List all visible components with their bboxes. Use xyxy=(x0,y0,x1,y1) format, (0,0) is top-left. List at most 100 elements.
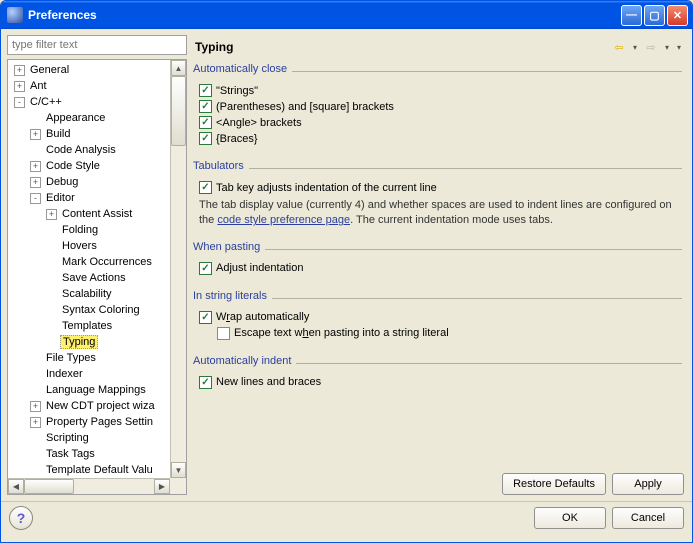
tree-item-language-mappings[interactable]: Language Mappings xyxy=(8,382,170,398)
tree-item-mark-occurrences[interactable]: Mark Occurrences xyxy=(8,254,170,270)
expand-icon[interactable]: + xyxy=(14,65,25,76)
expand-icon[interactable]: + xyxy=(30,177,41,188)
nav-menu-icon[interactable]: ▾ xyxy=(674,39,684,55)
tree-item-indexer[interactable]: Indexer xyxy=(8,366,170,382)
tree-item-label: Templates xyxy=(60,320,114,332)
scroll-left-icon[interactable]: ◀ xyxy=(8,479,24,494)
checkbox-tabkey[interactable]: ✓ xyxy=(199,181,212,194)
help-button[interactable]: ? xyxy=(9,506,33,530)
tree-spacer xyxy=(46,225,57,236)
label-strings: "Strings" xyxy=(216,85,258,97)
tree-item-editor[interactable]: -Editor xyxy=(8,190,170,206)
checkbox-braces[interactable]: ✓ xyxy=(199,132,212,145)
tree-vertical-scrollbar[interactable]: ▲ ▼ xyxy=(170,60,186,478)
expand-icon[interactable]: + xyxy=(14,81,25,92)
restore-defaults-button[interactable]: Restore Defaults xyxy=(502,473,606,495)
tree-item-label: Content Assist xyxy=(60,208,134,220)
group-autoclose-title: Automatically close xyxy=(193,63,292,75)
checkbox-escape[interactable]: ✓ xyxy=(217,327,230,340)
tree-spacer xyxy=(46,321,57,332)
titlebar: Preferences — ▢ ✕ xyxy=(1,1,692,29)
minimize-button[interactable]: — xyxy=(621,5,642,26)
tree-item-label: Appearance xyxy=(44,112,107,124)
expand-icon[interactable]: + xyxy=(30,161,41,172)
label-braces: {Braces} xyxy=(216,133,258,145)
tree-item-hovers[interactable]: Hovers xyxy=(8,238,170,254)
checkbox-newlines[interactable]: ✓ xyxy=(199,376,212,389)
nav-forward-icon[interactable]: ⇨ xyxy=(642,39,660,55)
tree-item-typing[interactable]: Typing xyxy=(8,334,170,350)
tree-item-build[interactable]: +Build xyxy=(8,126,170,142)
checkbox-wrap[interactable]: ✓ xyxy=(199,311,212,324)
tree-spacer xyxy=(30,433,41,444)
expand-icon[interactable]: + xyxy=(30,401,41,412)
checkbox-angle[interactable]: ✓ xyxy=(199,116,212,129)
tree-item-new-cdt-project-wiza[interactable]: +New CDT project wiza xyxy=(8,398,170,414)
collapse-icon[interactable]: - xyxy=(30,193,41,204)
tree-item-syntax-coloring[interactable]: Syntax Coloring xyxy=(8,302,170,318)
tree-item-task-tags[interactable]: Task Tags xyxy=(8,446,170,462)
tree-item-label: Ant xyxy=(28,80,49,92)
close-button[interactable]: ✕ xyxy=(667,5,688,26)
tree-item-scripting[interactable]: Scripting xyxy=(8,430,170,446)
tree-item-template-default-valu[interactable]: Template Default Valu xyxy=(8,462,170,478)
scroll-thumb[interactable] xyxy=(171,76,186,146)
tree-item-scalability[interactable]: Scalability xyxy=(8,286,170,302)
tree-item-folding[interactable]: Folding xyxy=(8,222,170,238)
tree-item-content-assist[interactable]: +Content Assist xyxy=(8,206,170,222)
tree-item-ant[interactable]: +Ant xyxy=(8,78,170,94)
apply-button[interactable]: Apply xyxy=(612,473,684,495)
tree-item-general[interactable]: +General xyxy=(8,62,170,78)
expand-icon[interactable]: + xyxy=(30,417,41,428)
tree-spacer xyxy=(30,113,41,124)
tree-item-debug[interactable]: +Debug xyxy=(8,174,170,190)
expand-icon[interactable]: + xyxy=(46,209,57,220)
nav-back-icon[interactable]: ⇦ xyxy=(610,39,628,55)
tree-item-code-style[interactable]: +Code Style xyxy=(8,158,170,174)
maximize-button[interactable]: ▢ xyxy=(644,5,665,26)
tree-item-appearance[interactable]: Appearance xyxy=(8,110,170,126)
collapse-icon[interactable]: - xyxy=(14,97,25,108)
group-autoindent: Automatically indent ✓New lines and brac… xyxy=(193,355,682,396)
scroll-right-icon[interactable]: ▶ xyxy=(154,479,170,494)
label-newlines: New lines and braces xyxy=(216,376,321,388)
nav-forward-dropdown-icon[interactable]: ▾ xyxy=(662,39,672,55)
scroll-down-icon[interactable]: ▼ xyxy=(171,462,186,478)
group-string-literals: In string literals ✓Wrap automatically ✓… xyxy=(193,290,682,347)
tree-item-label: Editor xyxy=(44,192,77,204)
nav-back-dropdown-icon[interactable]: ▾ xyxy=(630,39,640,55)
tree-item-code-analysis[interactable]: Code Analysis xyxy=(8,142,170,158)
checkbox-parens[interactable]: ✓ xyxy=(199,100,212,113)
tree-item-c-c-[interactable]: -C/C++ xyxy=(8,94,170,110)
tree-spacer xyxy=(46,337,57,348)
cancel-button[interactable]: Cancel xyxy=(612,507,684,529)
tree-spacer xyxy=(30,449,41,460)
tree-spacer xyxy=(30,369,41,380)
tree-spacer xyxy=(46,273,57,284)
window-title: Preferences xyxy=(28,8,97,22)
tree-spacer xyxy=(46,289,57,300)
ok-button[interactable]: OK xyxy=(534,507,606,529)
group-tabulators: Tabulators ✓Tab key adjusts indentation … xyxy=(193,160,682,233)
tree-item-save-actions[interactable]: Save Actions xyxy=(8,270,170,286)
tree-horizontal-scrollbar[interactable]: ◀ ▶ xyxy=(8,478,170,494)
tree-item-property-pages-settin[interactable]: +Property Pages Settin xyxy=(8,414,170,430)
tree-item-label: Language Mappings xyxy=(44,384,148,396)
expand-icon[interactable]: + xyxy=(30,129,41,140)
tree-item-label: General xyxy=(28,64,71,76)
tree-item-label: Folding xyxy=(60,224,100,236)
scroll-up-icon[interactable]: ▲ xyxy=(171,60,186,76)
tree-item-label: Typing xyxy=(60,335,98,349)
tree-item-label: Code Analysis xyxy=(44,144,118,156)
app-icon xyxy=(7,7,23,23)
code-style-link[interactable]: code style preference page xyxy=(217,214,350,226)
checkbox-adjust-indent[interactable]: ✓ xyxy=(199,262,212,275)
tree-item-templates[interactable]: Templates xyxy=(8,318,170,334)
tree-item-label: Hovers xyxy=(60,240,99,252)
label-wrap: Wrap automatically xyxy=(216,311,309,323)
scroll-thumb-h[interactable] xyxy=(24,479,74,494)
tree-item-label: File Types xyxy=(44,352,98,364)
filter-input[interactable] xyxy=(7,35,187,55)
tree-item-file-types[interactable]: File Types xyxy=(8,350,170,366)
checkbox-strings[interactable]: ✓ xyxy=(199,84,212,97)
